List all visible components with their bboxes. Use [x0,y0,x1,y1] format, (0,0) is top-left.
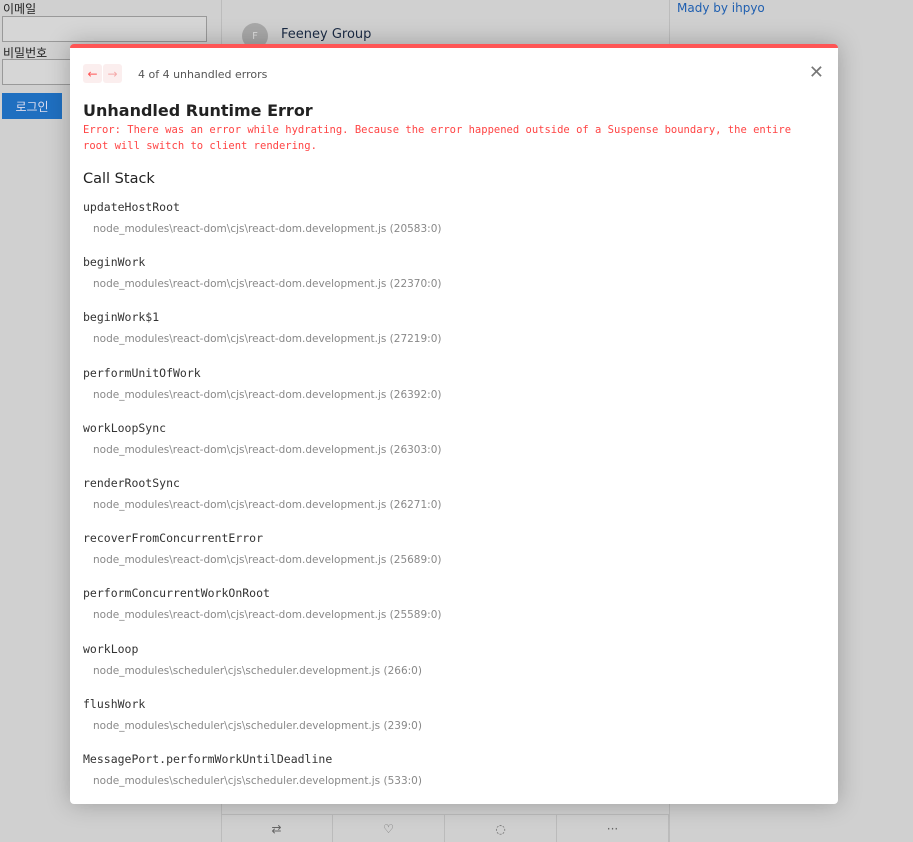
post-actions: ⇄ ♡ ◌ ··· [221,814,669,842]
arrow-left-icon[interactable]: ← [83,64,102,83]
frame-function: recoverFromConcurrentError [83,531,264,546]
email-label: 이메일 [3,2,37,16]
more-icon[interactable]: ··· [557,815,669,842]
stack-frame[interactable]: flushWork node_modules\scheduler\cjs\sche… [83,697,441,752]
frame-location[interactable]: node_modules\react-dom\cjs\react-dom.dev… [83,554,441,566]
dialog-title: Unhandled Runtime Error [83,101,313,120]
frame-location[interactable]: node_modules\react-dom\cjs\react-dom.dev… [83,278,441,290]
frame-function: flushWork [83,696,146,711]
frame-function: performUnitOfWork [83,365,201,380]
heart-icon[interactable]: ♡ [333,815,445,842]
frame-location[interactable]: node_modules\react-dom\cjs\react-dom.dev… [83,499,441,511]
frame-location[interactable]: node_modules\react-dom\cjs\react-dom.dev… [83,444,441,456]
login-button[interactable]: 로그인 [2,93,62,119]
error-counter: 4 of 4 unhandled errors [138,68,268,81]
stack-frame[interactable]: workLoopSync node_modules\react-dom\cjs\r… [83,421,441,476]
frame-location[interactable]: node_modules\react-dom\cjs\react-dom.dev… [83,223,441,235]
arrow-right-icon[interactable]: → [103,64,122,83]
frame-location[interactable]: node_modules\scheduler\cjs\scheduler.dev… [83,720,441,732]
email-input[interactable] [2,16,207,42]
frame-location[interactable]: node_modules\react-dom\cjs\react-dom.dev… [83,389,441,401]
frame-location[interactable]: node_modules\react-dom\cjs\react-dom.dev… [83,333,441,345]
call-stack-title: Call Stack [83,171,155,187]
made-by-link[interactable]: Mady by ihpyo [677,1,765,15]
stack-frame[interactable]: performUnitOfWork node_modules\react-dom\… [83,366,441,421]
call-stack: updateHostRoot node_modules\react-dom\cjs… [83,200,441,807]
frame-function: updateHostRoot [83,200,180,214]
stack-frame[interactable]: updateHostRoot node_modules\react-dom\cjs… [83,200,441,255]
frame-function: workLoop [83,641,139,656]
stack-frame[interactable]: recoverFromConcurrentError node_modules\r… [83,531,441,586]
error-message: Error: There was an error while hydratin… [83,124,792,152]
stack-frame[interactable]: beginWork node_modules\react-dom\cjs\reac… [83,255,441,310]
stack-frame[interactable]: beginWork$1 node_modules\react-dom\cjs\re… [83,310,441,365]
frame-location[interactable]: node_modules\scheduler\cjs\scheduler.dev… [83,775,441,787]
error-pagination: ← → [83,64,122,83]
frame-function: workLoopSync [83,420,167,435]
stack-frame[interactable]: performConcurrentWorkOnRoot node_modules\… [83,586,441,641]
frame-location[interactable]: node_modules\scheduler\cjs\scheduler.dev… [83,665,441,677]
group-name[interactable]: Feeney Group [281,27,371,42]
error-dialog: ← → 4 of 4 unhandled errors ✕ Unhandled … [70,44,838,804]
close-icon[interactable]: ✕ [809,62,824,83]
frame-function: MessagePort.performWorkUntilDeadline [83,751,333,766]
frame-function: performConcurrentWorkOnRoot [83,586,270,601]
comment-icon[interactable]: ◌ [445,815,557,842]
stack-frame[interactable]: MessagePort.performWorkUntilDeadline node… [83,752,441,807]
stack-frame[interactable]: workLoop node_modules\scheduler\cjs\sched… [83,642,441,697]
frame-function: beginWork [83,255,146,270]
frame-location[interactable]: node_modules\react-dom\cjs\react-dom.dev… [83,609,441,621]
frame-function: renderRootSync [83,475,180,490]
stack-frame[interactable]: renderRootSync node_modules\react-dom\cjs… [83,476,441,531]
frame-function: beginWork$1 [83,310,160,325]
repost-icon[interactable]: ⇄ [221,815,333,842]
